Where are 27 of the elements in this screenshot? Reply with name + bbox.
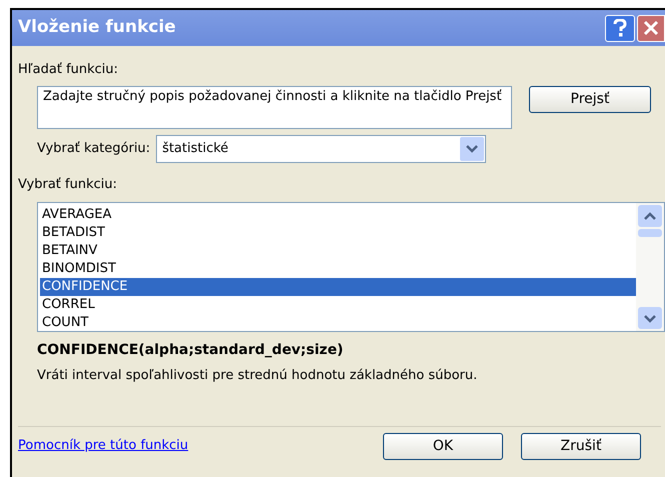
function-item[interactable]: BETADIST bbox=[40, 224, 636, 242]
search-field[interactable]: Zadajte stručný popis požadovanej činnosti a kliknite na tlačidlo Prejsť bbox=[37, 86, 512, 128]
scroll-thumb[interactable] bbox=[638, 229, 662, 237]
function-label: Vybrať funkciu: bbox=[18, 176, 118, 194]
window-title: Vloženie funkcie bbox=[18, 16, 177, 40]
scroll-down-icon[interactable] bbox=[638, 307, 662, 329]
category-dropdown[interactable]: štatistické bbox=[156, 134, 486, 162]
chevron-down-icon bbox=[460, 136, 484, 160]
function-item[interactable]: CONFIDENCE bbox=[40, 278, 636, 296]
scroll-up-icon[interactable] bbox=[638, 205, 662, 227]
category-value: štatistické bbox=[162, 140, 230, 158]
function-item[interactable]: BETAINV bbox=[40, 242, 636, 260]
help-link[interactable]: Pomocník pre túto funkciu bbox=[18, 436, 383, 456]
close-icon[interactable] bbox=[637, 14, 665, 42]
dialog-button[interactable]: OK bbox=[383, 432, 503, 460]
function-signature: CONFIDENCE(alpha;standard_dev;size) bbox=[37, 341, 344, 360]
go-button[interactable]: Prejsť bbox=[529, 86, 651, 112]
function-item[interactable]: COUNT bbox=[40, 314, 636, 332]
help-icon[interactable] bbox=[605, 14, 635, 42]
category-label: Vybrať kategóriu: bbox=[37, 140, 150, 158]
function-item[interactable]: AVERAGEA bbox=[40, 206, 636, 224]
search-label: Hľadať funkciu: bbox=[18, 61, 120, 79]
function-item[interactable]: CORREL bbox=[40, 296, 636, 314]
function-description: Vráti interval spoľahlivosti pre strednú hodnotu základného súboru. bbox=[37, 367, 478, 385]
function-item[interactable]: BINOMDIST bbox=[40, 260, 636, 278]
dialog-button[interactable]: Zrušiť bbox=[521, 432, 641, 460]
scrollbar[interactable] bbox=[636, 203, 664, 331]
